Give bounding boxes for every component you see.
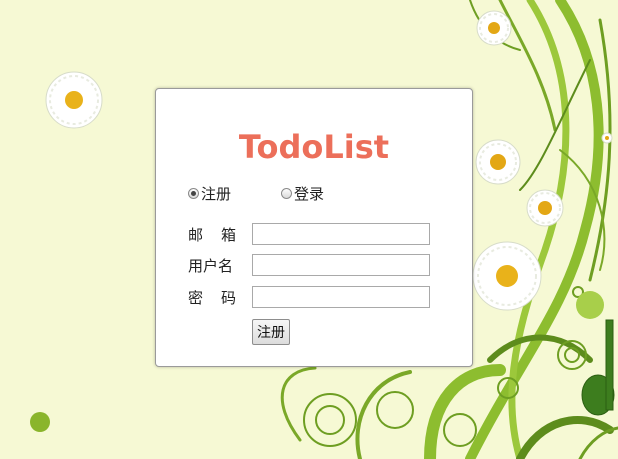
tab-login-label: 登录	[294, 185, 325, 203]
email-label: 邮 箱	[188, 224, 236, 245]
register-card: TodoList 注册 登录 邮 箱 用户名 密 码 注册	[155, 88, 473, 367]
email-label-char-2: 箱	[220, 226, 236, 244]
app-title: TodoList	[238, 128, 390, 166]
password-label-char-2: 码	[220, 289, 236, 307]
tab-register[interactable]: 注册	[188, 183, 231, 204]
username-row: 用户名	[156, 254, 472, 276]
username-label: 用户名	[188, 257, 234, 275]
login-radio[interactable]	[281, 188, 292, 199]
password-label-char-1: 密	[188, 289, 204, 307]
register-button[interactable]: 注册	[252, 319, 290, 345]
email-field[interactable]	[252, 223, 430, 245]
username-field[interactable]	[252, 254, 430, 276]
password-row: 密 码	[156, 286, 472, 308]
tab-login[interactable]: 登录	[281, 183, 324, 204]
password-field[interactable]	[252, 286, 430, 308]
email-row: 邮 箱	[156, 223, 472, 245]
password-label: 密 码	[188, 287, 236, 308]
register-radio[interactable]	[188, 188, 199, 199]
tab-register-label: 注册	[201, 185, 232, 203]
email-label-char-1: 邮	[188, 226, 204, 244]
radio-selected-dot	[191, 191, 196, 196]
